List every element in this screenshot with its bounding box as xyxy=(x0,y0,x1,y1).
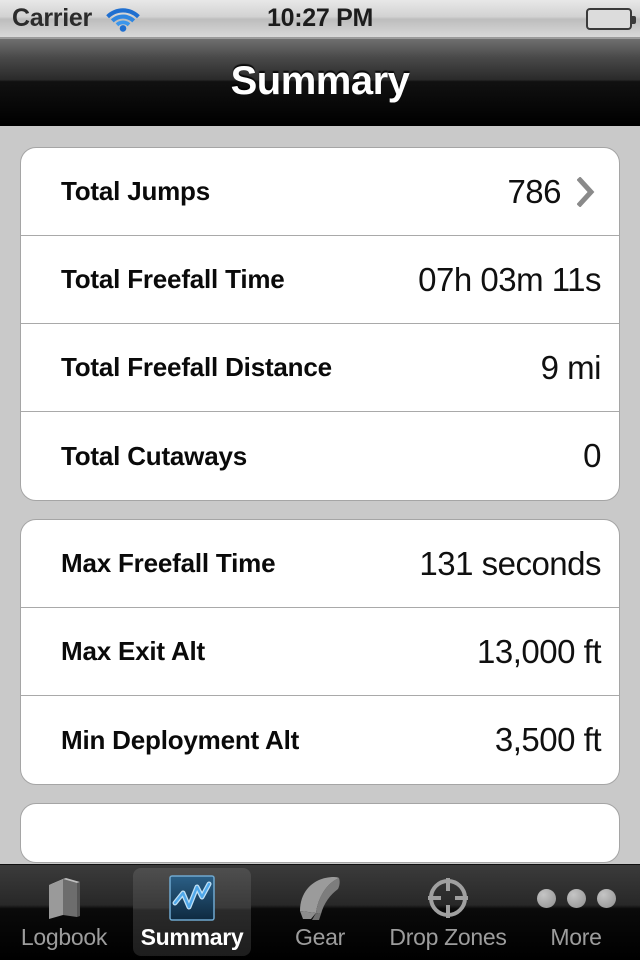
tab-logbook[interactable]: Logbook xyxy=(0,865,128,960)
tab-summary[interactable]: Summary xyxy=(128,865,256,960)
table-group-partial xyxy=(20,803,620,863)
tab-drop-zones[interactable]: Drop Zones xyxy=(384,865,512,960)
status-bar: Carrier 10:27 PM xyxy=(0,0,640,38)
battery-full-icon xyxy=(586,8,636,30)
table-row: Max Freefall Time 131 seconds xyxy=(21,520,619,608)
row-value: 131 seconds xyxy=(419,544,601,582)
row-label: Max Exit Alt xyxy=(61,636,206,666)
table-row: Total Freefall Time 07h 03m 11s xyxy=(21,236,619,324)
row-label: Total Freefall Distance xyxy=(61,352,332,382)
target-icon xyxy=(419,871,477,925)
table-group: Max Freefall Time 131 seconds Max Exit Alt… xyxy=(20,519,620,785)
tab-label: Gear xyxy=(295,924,345,950)
table-group: Total Jumps 786 Total Freefall Time 07h 03m… xyxy=(20,147,620,501)
table-row: Max Exit Alt 13,000 ft xyxy=(21,608,619,696)
row-label: Total Jumps xyxy=(61,176,211,206)
parachute-icon xyxy=(291,871,349,925)
row-value: 786 xyxy=(507,172,561,210)
tab-gear[interactable]: Gear xyxy=(256,865,384,960)
scroll-content[interactable]: Total Jumps 786 Total Freefall Time 07h 03m… xyxy=(0,127,640,864)
navigation-bar: Summary xyxy=(0,38,640,126)
tab-label: More xyxy=(550,924,602,950)
table-row: Total Cutaways 0 xyxy=(21,412,619,500)
table-row[interactable]: Total Jumps 786 xyxy=(21,148,619,236)
ellipsis-icon xyxy=(536,871,616,925)
row-value: 13,000 ft xyxy=(477,632,601,670)
tab-label: Summary xyxy=(140,924,244,950)
tab-more[interactable]: More xyxy=(512,865,640,960)
row-label: Total Freefall Time xyxy=(61,264,285,294)
table-row: Total Freefall Distance 9 mi xyxy=(21,324,619,412)
book-icon xyxy=(35,871,93,925)
status-bar-clock: 10:27 PM xyxy=(267,4,373,32)
row-value: 0 xyxy=(583,437,601,474)
row-label: Min Deployment Alt xyxy=(61,724,300,755)
chart-icon xyxy=(163,871,221,925)
chevron-right-icon xyxy=(577,176,595,207)
row-value: 3,500 ft xyxy=(494,721,602,758)
row-value: 07h 03m 11s xyxy=(418,260,601,298)
row-label: Total Cutaways xyxy=(61,440,247,471)
table-row: Min Deployment Alt 3,500 ft xyxy=(21,696,619,784)
page-title: Summary xyxy=(230,59,410,103)
tab-label: Drop Zones xyxy=(389,924,507,950)
tab-bar: Logbook Summary Gear Drop Zones More xyxy=(0,864,640,960)
row-label: Max Freefall Time xyxy=(61,548,276,578)
tab-label: Logbook xyxy=(20,924,108,950)
row-value: 9 mi xyxy=(540,348,602,386)
